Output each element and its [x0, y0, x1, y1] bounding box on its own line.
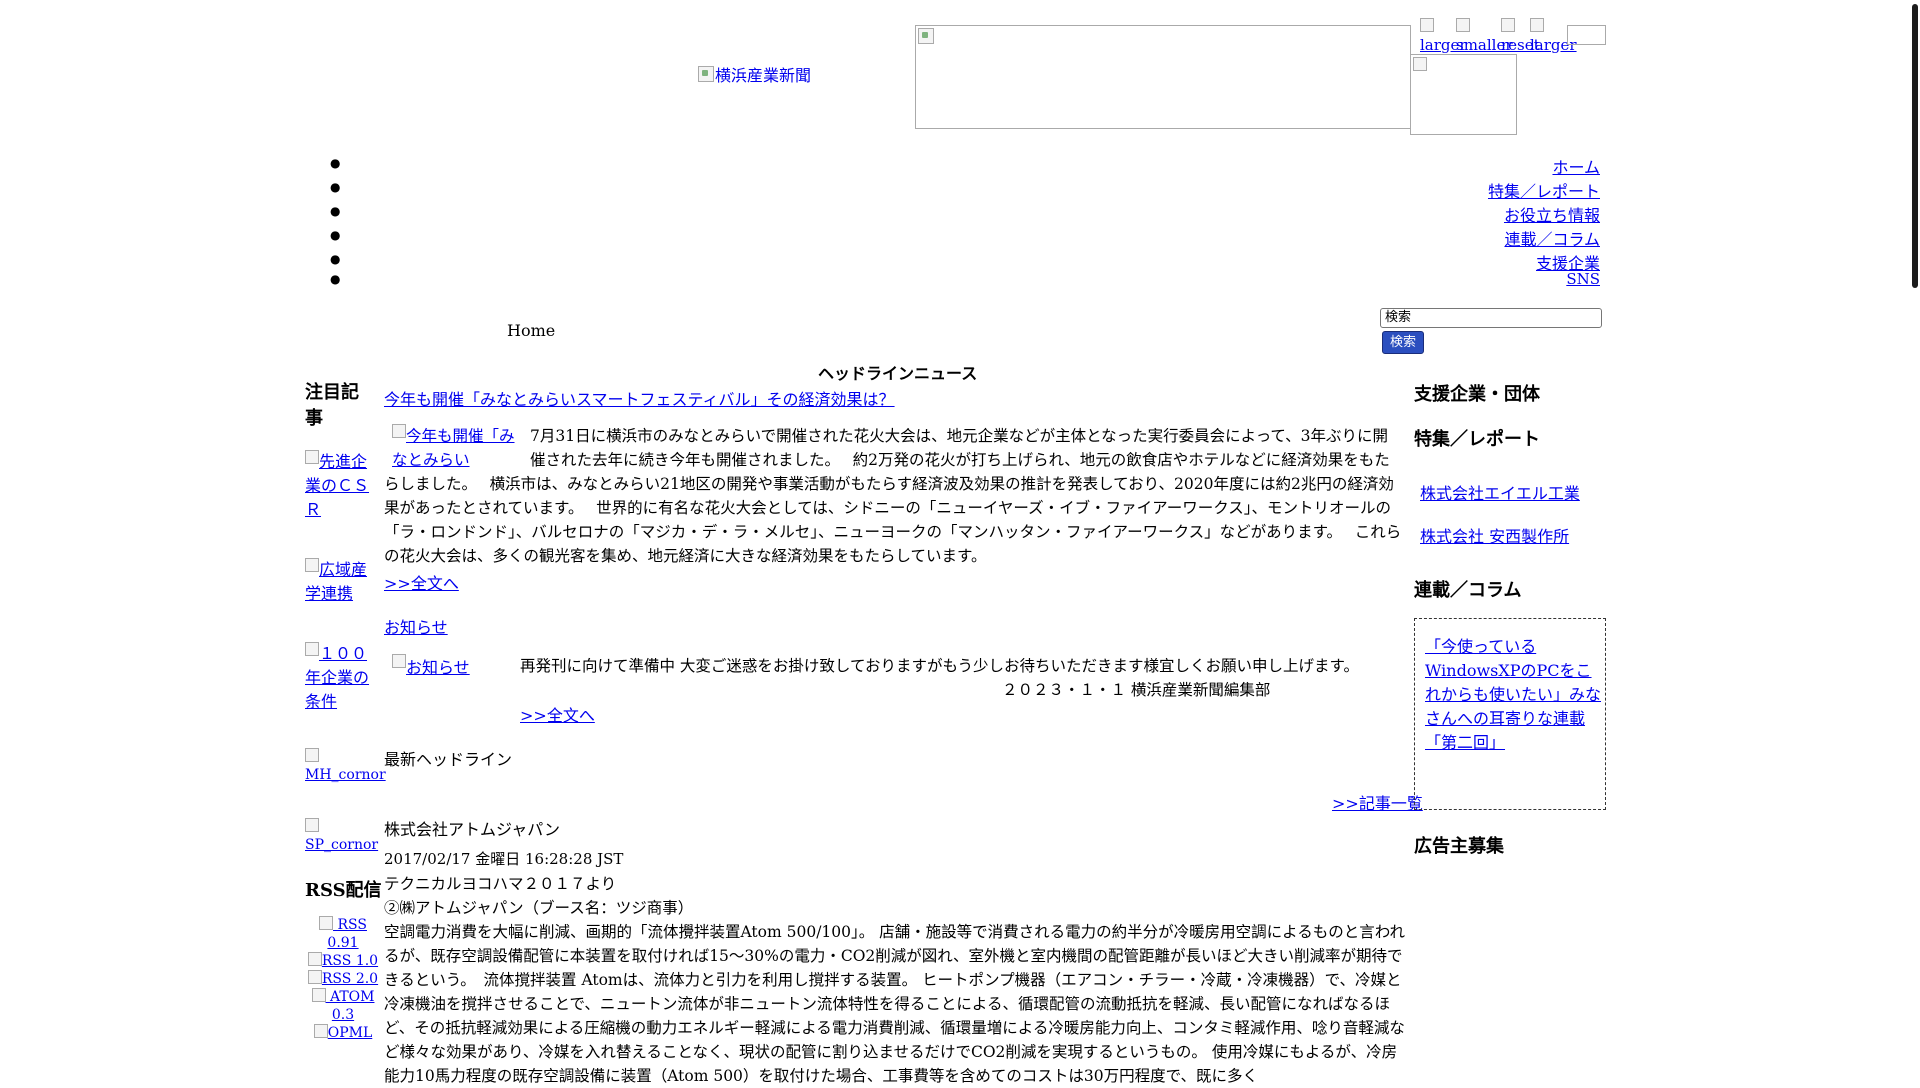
headline-section-title: ヘッドラインニュース: [818, 364, 978, 383]
notice-signature: ２０２３・１・１ 横浜産業新聞編集部: [1002, 681, 1271, 699]
rss-10-link[interactable]: RSS 1.0: [305, 952, 381, 970]
broken-image-icon: [305, 450, 319, 464]
search-button[interactable]: 検索: [1382, 331, 1424, 354]
nav-home[interactable]: ホーム: [1552, 154, 1600, 178]
latest-body: 空調電力消費を大幅に削減、画期的「流体攪拌装置Atom 500/100」。 店舗…: [384, 923, 1405, 1085]
broken-image-icon: [392, 654, 406, 668]
rss-title: RSS配信: [305, 880, 382, 901]
featured-academia-link[interactable]: 広域産学連携: [305, 558, 371, 606]
site-logo-alt: 横浜産業新聞: [715, 66, 812, 85]
nav-features[interactable]: 特集／レポート: [1488, 178, 1600, 202]
broken-image-icon: [918, 28, 934, 44]
rss-20-link[interactable]: RSS 2.0: [305, 970, 381, 988]
header-small-image: [1567, 25, 1606, 45]
featured-csr-link[interactable]: 先進企業のＣＳＲ: [305, 450, 371, 522]
featured-title: 注目記事: [305, 382, 359, 429]
header-banner[interactable]: [915, 25, 1411, 129]
latest-company: 株式会社アトムジャパン: [384, 820, 561, 839]
site-logo-link[interactable]: 横浜産業新聞: [698, 66, 811, 85]
nav-bullet: ●: [330, 204, 341, 218]
nav-useful-info[interactable]: お役立ち情報: [1504, 202, 1600, 226]
latest-line2: ②㈱アトムジャパン（ブース名：ツジ商事）: [384, 899, 694, 917]
notice-body: 再発刊に向けて準備中 大変ご迷惑をお掛け致しておりますがもう少しお待ちいただきま…: [520, 657, 1359, 675]
support-title: 支援企業・団体: [1414, 384, 1540, 405]
breadcrumb: Home: [507, 321, 556, 340]
mh-corner-link[interactable]: MH_cornor: [305, 748, 386, 784]
latest-timestamp: 2017/02/17 金曜日 16:28:28 JST: [384, 850, 624, 868]
article1-image-link[interactable]: 今年も開催「みなとみらい: [392, 424, 518, 472]
broken-image-icon: [305, 818, 319, 832]
broken-image-icon: [392, 424, 406, 438]
nav-bullet: ●: [330, 228, 341, 242]
sp-corner-link[interactable]: SP_cornor: [305, 818, 378, 854]
column-box: 「今使っているWindowsXPのPCをこれからも使いたい」みなさんへの耳寄りな…: [1414, 618, 1606, 810]
rss-091-link[interactable]: RSS 0.91: [305, 916, 381, 952]
article1-title-link[interactable]: 今年も開催「みなとみらいスマートフェスティバル」その経済効果は？: [384, 386, 895, 410]
column-link[interactable]: 「今使っているWindowsXPのPCをこれからも使いたい」みなさんへの耳寄りな…: [1425, 635, 1601, 755]
nav-sns[interactable]: SNS: [1566, 270, 1600, 288]
article1-more-link[interactable]: >>全文へ: [384, 570, 459, 594]
company-link-2[interactable]: 株式会社 安西製作所: [1420, 523, 1569, 547]
latest-headline-title: 最新ヘッドライン: [384, 750, 513, 769]
company-link-1[interactable]: 株式会社エイエル工業: [1420, 480, 1580, 504]
ad-title: 広告主募集: [1414, 836, 1504, 857]
notice-more-link[interactable]: >>全文へ: [520, 702, 595, 726]
nav-bullet: ●: [330, 272, 341, 286]
feature-title: 特集／レポート: [1414, 429, 1540, 450]
nav-columns[interactable]: 連載／コラム: [1504, 226, 1600, 250]
nav-bullet: ●: [330, 252, 341, 266]
article1-block: 今年も開催「みなとみらい 7月31日に横浜市のみなとみらいで開催された花火大会は…: [384, 424, 1402, 568]
featured-100year-link[interactable]: １００年企業の条件: [305, 642, 371, 714]
broken-image-icon: [305, 642, 319, 656]
search-input[interactable]: 検索: [1380, 308, 1602, 328]
nav-bullet: ●: [330, 180, 341, 194]
article1-body: 7月31日に横浜市のみなとみらいで開催された花火大会は、地元企業などが主体となっ…: [384, 427, 1402, 565]
nav-bullet: ●: [330, 156, 341, 170]
atom-link[interactable]: ATOM 0.3: [305, 988, 381, 1024]
article-list-link[interactable]: >>記事一覧: [1332, 790, 1423, 814]
broken-image-icon: [305, 748, 319, 762]
scrollbar-thumb[interactable]: [1912, 4, 1918, 288]
column-title: 連載／コラム: [1414, 580, 1522, 601]
latest-line1: テクニカルヨコハマ２０１７より: [384, 875, 617, 893]
notice-image-link[interactable]: お知らせ: [392, 654, 470, 678]
header-side-image: [1410, 54, 1517, 135]
broken-image-icon: [305, 558, 319, 572]
broken-image-icon: [698, 66, 714, 82]
notice-title-link[interactable]: お知らせ: [384, 614, 448, 638]
opml-link[interactable]: OPML: [305, 1024, 381, 1042]
